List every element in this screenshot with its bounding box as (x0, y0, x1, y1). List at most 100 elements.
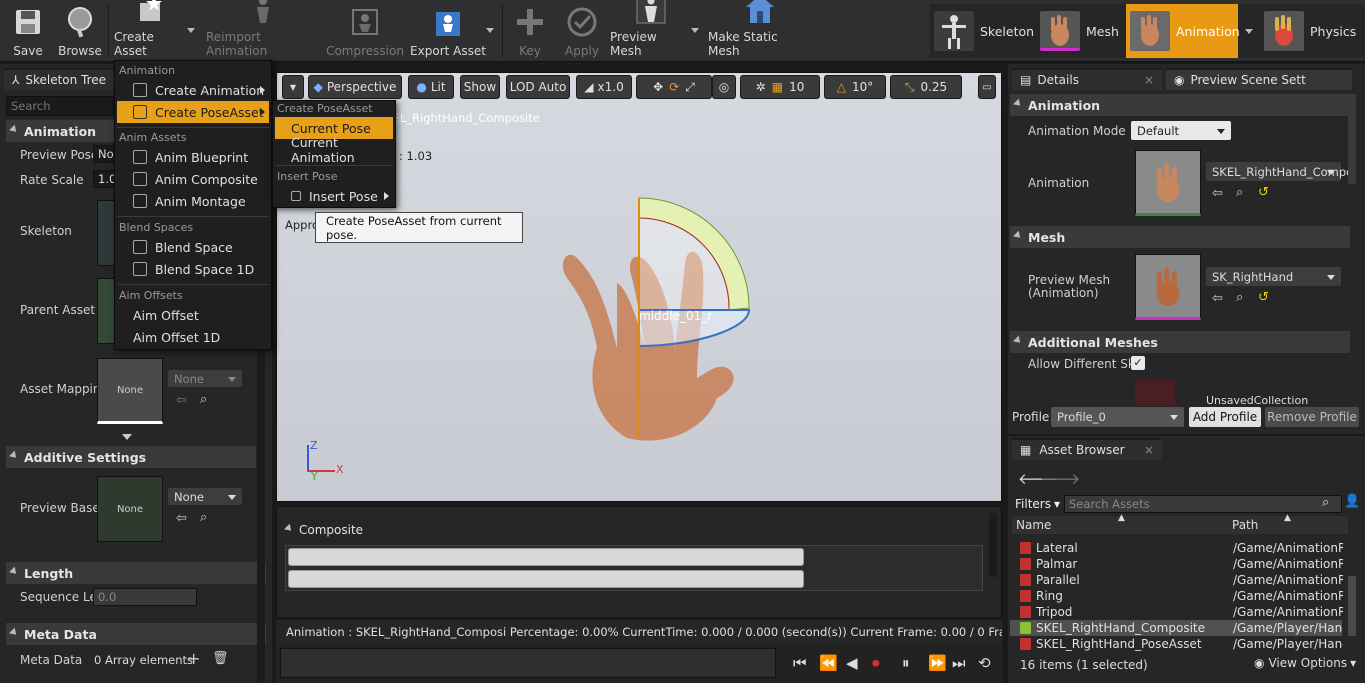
browse-search-icon[interactable]: ⌕ (1236, 290, 1243, 305)
world-local-toggle[interactable]: ◎ (712, 75, 736, 99)
allow-different-skeleton-checkbox[interactable]: ✓ (1131, 356, 1145, 370)
menu-item-blend-space[interactable]: Blend Space (117, 236, 269, 258)
pause-icon[interactable]: ⏸ (902, 654, 910, 672)
reimport-button[interactable]: Reimport Animation (206, 0, 320, 62)
user-filter-icon[interactable]: 👤 (1344, 494, 1360, 509)
menu-item-create-poseasset[interactable]: Create PoseAsset (117, 101, 269, 123)
use-selected-arrow-icon[interactable]: ⇦ (176, 511, 187, 526)
category-additive-settings[interactable]: Additive Settings (6, 446, 256, 468)
list-item[interactable]: SKEL_RightHand_PoseAsset/Game/Player/Han… (1010, 636, 1343, 652)
composite-track-bar[interactable] (288, 548, 804, 566)
lod-button[interactable]: LOD Auto (506, 75, 570, 99)
export-asset-dropdown-icon[interactable] (486, 28, 494, 33)
asset-mapping-thumbnail[interactable]: None (97, 358, 163, 424)
menu-item-aim-offset-1d[interactable]: Aim Offset 1D (117, 326, 269, 348)
category-mesh[interactable]: Mesh (1010, 226, 1350, 248)
reset-arrow-icon[interactable]: ↺ (1258, 185, 1269, 200)
grid-size-value[interactable]: 10 (789, 80, 804, 94)
save-button[interactable]: Save (6, 0, 50, 62)
profile-combo[interactable]: Profile_0 (1051, 407, 1184, 427)
tab-preview-scene-settings[interactable]: ◉ Preview Scene Sett (1166, 68, 1352, 90)
transform-tools-group[interactable]: ✥ ⟳ ⤢ (636, 75, 712, 99)
delete-trash-icon[interactable]: 🗑 (212, 651, 229, 666)
mode-physics[interactable]: Physics (1260, 4, 1365, 58)
category-additional-meshes[interactable]: Additional Meshes (1010, 331, 1350, 353)
record-icon[interactable]: ⏺ (872, 654, 880, 672)
make-static-mesh-button[interactable]: Make Static Mesh (708, 0, 812, 62)
grid-snap-icon[interactable]: ▦ (772, 80, 783, 94)
reset-arrow-icon[interactable]: ↺ (1258, 290, 1269, 305)
menu-item-anim-montage[interactable]: Anim Montage (117, 190, 269, 212)
menu-item-anim-composite[interactable]: Anim Composite (117, 168, 269, 190)
asset-list-scrollbar[interactable] (1348, 576, 1356, 636)
loop-icon[interactable]: ⟲ (978, 654, 991, 672)
surface-snap-icon[interactable]: ✲ (756, 80, 766, 94)
preview-mesh-button[interactable]: Preview Mesh (610, 0, 692, 62)
mode-skeleton[interactable]: Skeleton (930, 4, 1036, 58)
playback-speed-button[interactable]: ◢ x1.0 (576, 75, 632, 99)
search-icon[interactable]: ⌕ (1322, 495, 1329, 510)
details-scrollbar[interactable] (1348, 94, 1356, 184)
composite-track-bar[interactable] (288, 570, 804, 588)
angle-snap-icon[interactable]: △ (837, 80, 846, 94)
timeline-scrubber[interactable] (280, 648, 776, 678)
maximize-viewport-button[interactable]: ▭ (978, 75, 996, 99)
remove-profile-button[interactable]: Remove Profile (1265, 407, 1359, 427)
close-tab-icon[interactable]: × (1144, 73, 1154, 87)
create-asset-button[interactable]: Create Asset (114, 0, 186, 62)
translate-icon[interactable]: ✥ (653, 80, 663, 94)
preview-base-thumbnail[interactable]: None (97, 476, 163, 542)
asset-mapping-combo[interactable]: None (168, 370, 242, 387)
view-options-button[interactable]: ◉ View Options ▾ (1254, 656, 1356, 670)
collection-thumbnail[interactable] (1135, 380, 1175, 406)
category-length[interactable]: Length (6, 562, 266, 584)
scale-snap-icon[interactable]: ⤡ (905, 80, 915, 95)
sequence-length-field[interactable]: 0.0 (93, 588, 197, 606)
perspective-button[interactable]: ◆ Perspective (308, 75, 402, 99)
preview-mesh-dropdown-icon[interactable] (691, 28, 699, 33)
mode-animation[interactable]: Animation (1126, 4, 1240, 58)
list-item[interactable]: Palmar/Game/AnimationR (1010, 556, 1343, 572)
preview-base-combo[interactable]: None (168, 488, 242, 505)
show-button[interactable]: Show (460, 75, 500, 99)
browse-search-icon[interactable]: ⌕ (1236, 185, 1243, 200)
skeleton-search-input[interactable]: Search (6, 96, 114, 116)
list-item[interactable]: SKEL_RightHand_Composite/Game/Player/Han… (1010, 620, 1343, 636)
export-asset-button[interactable]: Export Asset (410, 0, 486, 62)
animation-thumbnail[interactable] (1135, 150, 1201, 216)
grid-snap-group[interactable]: ✲ ▦ 10 (740, 75, 820, 99)
use-selected-arrow-icon[interactable]: ⇦ (1212, 291, 1223, 306)
skip-to-start-icon[interactable]: ⏮ (793, 654, 807, 672)
menu-item-aim-offset[interactable]: Aim Offset (117, 304, 269, 326)
mode-dropdown-icon[interactable] (1245, 29, 1253, 34)
column-path-header[interactable]: Path (1232, 518, 1258, 532)
preview-mesh-thumbnail[interactable] (1135, 254, 1201, 320)
category-animation[interactable]: Animation (1010, 94, 1350, 116)
menu-item-create-animation[interactable]: Create Animation (117, 79, 269, 101)
list-item[interactable]: Parallel/Game/AnimationR (1010, 572, 1343, 588)
scale-icon[interactable]: ⤢ (685, 80, 695, 95)
play-reverse-icon[interactable]: ◀ (846, 654, 858, 672)
animation-mode-combo[interactable]: Default (1131, 121, 1231, 140)
mode-mesh[interactable]: Mesh (1036, 4, 1126, 58)
skip-to-end-icon[interactable]: ⏭ (952, 654, 966, 672)
viewport-options-button[interactable]: ▾ (282, 75, 304, 99)
menu-item-blend-space-1d[interactable]: Blend Space 1D (117, 258, 269, 280)
browse-search-icon[interactable]: ⌕ (200, 510, 207, 525)
category-meta-data[interactable]: Meta Data (6, 623, 266, 645)
tab-skeleton-tree[interactable]: ⅄ Skeleton Tree (4, 68, 114, 90)
close-tab-icon[interactable]: × (1144, 443, 1154, 457)
create-asset-dropdown-icon[interactable] (187, 28, 195, 33)
step-forward-icon[interactable]: ⏩ (928, 654, 947, 672)
add-profile-button[interactable]: Add Profile (1189, 407, 1261, 427)
list-item[interactable]: Ring/Game/AnimationR (1010, 588, 1343, 604)
column-name-header[interactable]: Name (1016, 518, 1051, 532)
rotate-icon[interactable]: ⟳ (669, 80, 679, 94)
browse-search-icon[interactable]: ⌕ (200, 392, 207, 407)
lit-button[interactable]: ● Lit (408, 75, 454, 99)
preview-mesh-combo[interactable]: SK_RightHand (1206, 267, 1341, 286)
use-selected-arrow-icon[interactable]: ⇦ (176, 393, 187, 408)
angle-snap-value[interactable]: 10° (852, 80, 873, 94)
list-item[interactable]: Lateral/Game/AnimationR (1010, 540, 1343, 556)
tab-details[interactable]: ▤ Details × (1012, 68, 1162, 90)
